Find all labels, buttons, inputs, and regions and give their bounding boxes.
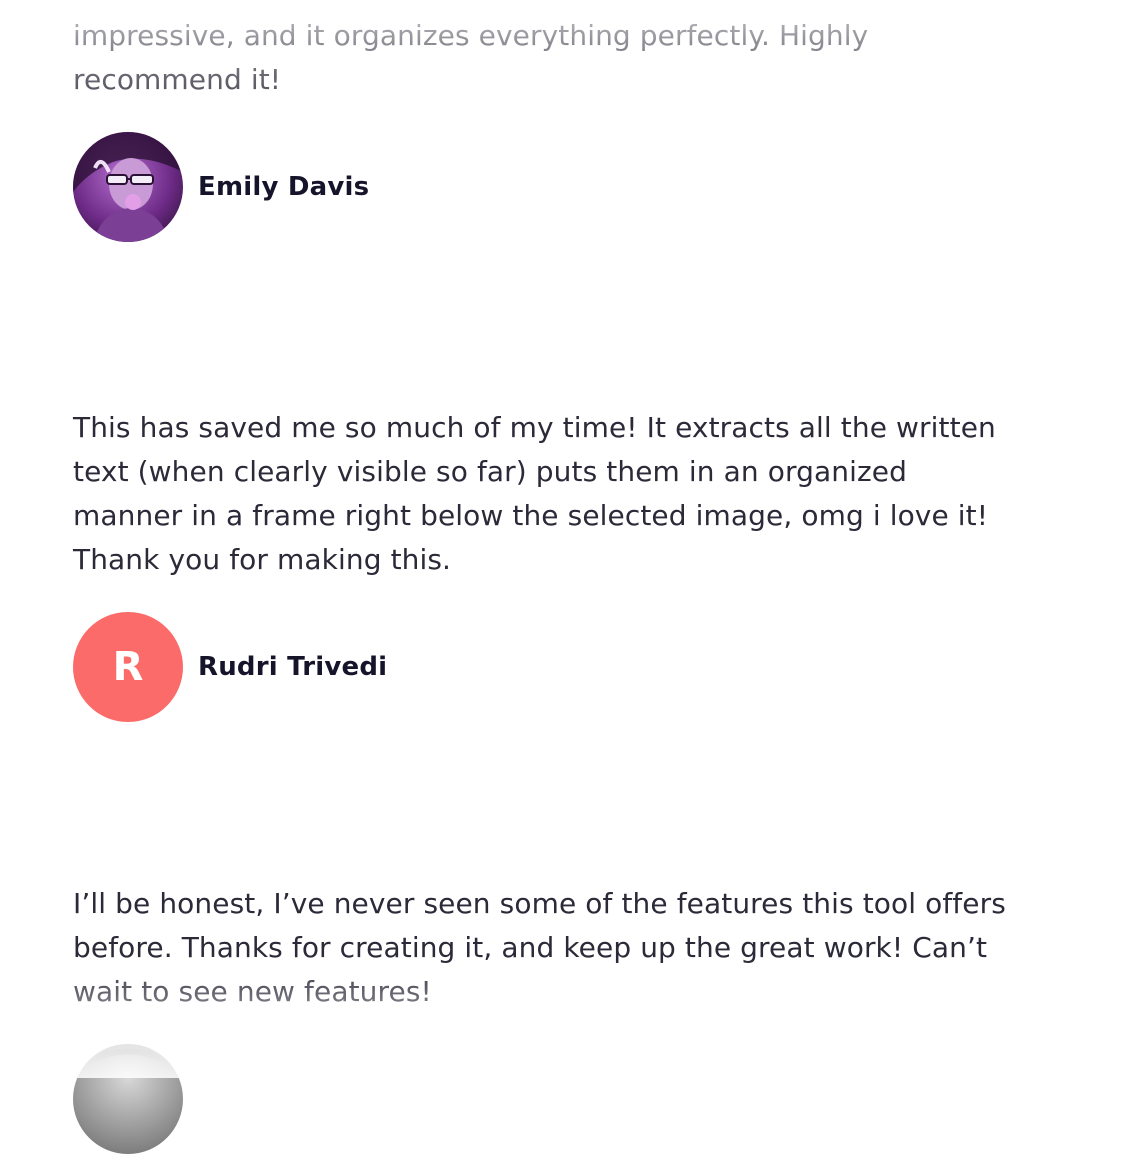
review-text-line: Thank you for making this. [73, 543, 452, 576]
user-photo-avatar [73, 1044, 183, 1154]
review-text: impressive, and it organizes everything … [73, 14, 1063, 102]
review-text: This has saved me so much of my time! It… [73, 406, 1063, 582]
initial-avatar: R [73, 612, 183, 722]
avatar-photo-icon [73, 1044, 183, 1154]
author-name: Rudri Trivedi [198, 652, 388, 682]
author-name: Emily Davis [198, 172, 370, 202]
review-text-line: manner in a frame right below the select… [73, 499, 989, 532]
review-text-line: wait to see new features! [73, 975, 432, 1008]
review-author: R Rudri Trivedi [73, 612, 387, 722]
avatar-initial: R [112, 644, 144, 690]
testimonials-list[interactable]: impressive, and it organizes everything … [0, 0, 1132, 1154]
scroll-fade-top-edge [0, 0, 1132, 10]
review-text-line: impressive, and it organizes everything … [73, 19, 869, 52]
review-text-line: before. Thanks for creating it, and keep… [73, 931, 988, 964]
review-text-line: I’ll be honest, I’ve never seen some of … [73, 887, 1006, 920]
review-author: Emily Davis [73, 132, 369, 242]
review-text-line: This has saved me so much of my time! It… [73, 411, 996, 444]
review-text-line: recommend it! [73, 63, 282, 96]
avatar-photo-icon [73, 132, 183, 242]
review-text-line: text (when clearly visible so far) puts … [73, 455, 907, 488]
user-photo-avatar [73, 132, 183, 242]
review-text: I’ll be honest, I’ve never seen some of … [73, 882, 1063, 1014]
